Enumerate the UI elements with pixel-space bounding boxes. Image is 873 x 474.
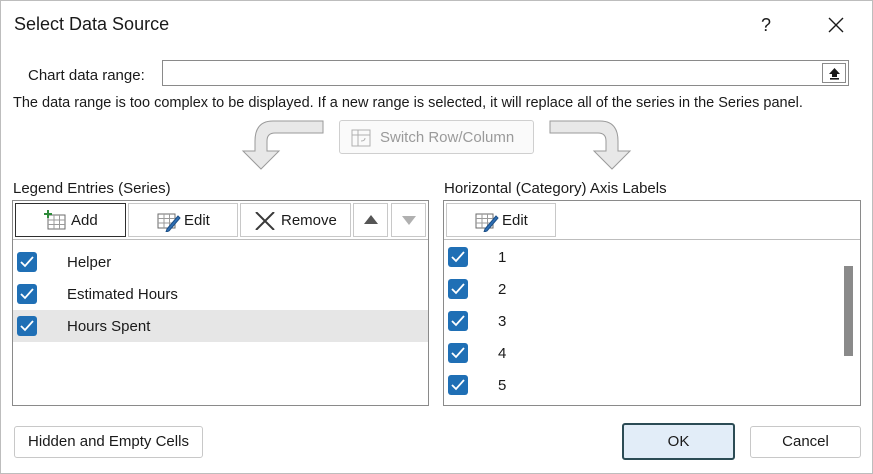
chart-data-range-label-text: Chart data range: [28,67,145,84]
arrow-up-icon [364,215,378,224]
select-data-source-dialog: Select Data Source ? Chart data range: T… [0,0,873,474]
curved-arrow-right-icon [549,120,632,170]
add-series-label: Add [71,212,98,229]
remove-series-button[interactable]: Remove [240,203,351,237]
axis-checkbox[interactable] [448,311,468,331]
cancel-button[interactable]: Cancel [750,426,861,458]
axis-label-value: 5 [498,377,507,394]
category-axis-panel: Edit 1 2 3 4 5 [443,200,861,406]
switch-row-column-icon [351,129,371,147]
axis-checkbox[interactable] [448,375,468,395]
edit-axis-labels-button[interactable]: Edit [446,203,556,237]
chart-data-range-input[interactable] [162,60,849,86]
edit-axis-icon [475,213,499,232]
series-checkbox-estimated-hours[interactable] [17,284,37,304]
series-row-helper[interactable]: Helper [13,246,428,278]
close-icon [828,17,844,33]
category-axis-label: Horizontal (Category) Axis Labels [444,180,667,197]
series-row-hours-spent[interactable]: Hours Spent [13,310,428,342]
axis-row[interactable]: 4 [444,337,834,369]
collapse-dialog-icon [829,68,840,80]
checkmark-icon [20,320,34,332]
axis-list-scrollbar-thumb[interactable] [844,266,853,356]
legend-entries-label: Legend Entries (Series) [13,180,171,197]
series-checkbox-hours-spent[interactable] [17,316,37,336]
axis-row[interactable]: 5 [444,369,834,401]
checkmark-icon [451,347,465,359]
checkmark-icon [20,288,34,300]
add-series-button[interactable]: Add [15,203,126,237]
series-label: Hours Spent [67,318,151,335]
edit-series-button[interactable]: Edit [128,203,238,237]
axis-row[interactable]: 1 [444,241,834,273]
switch-row-column-button[interactable]: Switch Row/Column [339,120,534,154]
move-up-button[interactable] [353,203,388,237]
add-series-icon [44,210,66,230]
edit-series-icon [157,213,181,232]
chart-data-range-label: Chart data range: [28,67,145,84]
close-button[interactable] [813,9,859,41]
checkmark-icon [20,256,34,268]
series-checkbox-helper[interactable] [17,252,37,272]
axis-label-value: 1 [498,249,507,266]
series-label: Helper [67,254,112,271]
edit-series-label: Edit [184,212,210,229]
switch-row-column-label: Switch Row/Column [380,129,515,146]
remove-series-label: Remove [281,212,337,229]
help-button[interactable]: ? [746,9,786,41]
checkmark-icon [451,379,465,391]
axis-label-value: 4 [498,345,507,362]
axis-label-value: 3 [498,313,507,330]
axis-toolbar: Edit [444,201,860,240]
axis-row[interactable]: 2 [444,273,834,305]
range-warning-text: The data range is too complex to be disp… [13,95,803,111]
collapse-dialog-button[interactable] [822,63,846,83]
remove-series-icon [255,212,275,230]
arrow-down-icon [402,216,416,225]
move-down-button[interactable] [391,203,426,237]
series-label: Estimated Hours [67,286,178,303]
checkmark-icon [451,251,465,263]
ok-button[interactable]: OK [622,423,735,460]
legend-toolbar: Add Edit Remove [13,201,428,240]
axis-checkbox[interactable] [448,247,468,267]
axis-checkbox[interactable] [448,343,468,363]
checkmark-icon [451,283,465,295]
dialog-title: Select Data Source [14,14,170,34]
axis-checkbox[interactable] [448,279,468,299]
legend-entries-panel: Add Edit Remove Helper Estimated Hours H… [12,200,429,406]
axis-label-value: 2 [498,281,507,298]
checkmark-icon [451,315,465,327]
series-row-estimated-hours[interactable]: Estimated Hours [13,278,428,310]
edit-axis-labels-label: Edit [502,212,528,229]
axis-row[interactable]: 3 [444,305,834,337]
title-bar: Select Data Source ? [1,1,872,49]
curved-arrow-left-icon [241,120,324,170]
hidden-empty-cells-button[interactable]: Hidden and Empty Cells [14,426,203,458]
